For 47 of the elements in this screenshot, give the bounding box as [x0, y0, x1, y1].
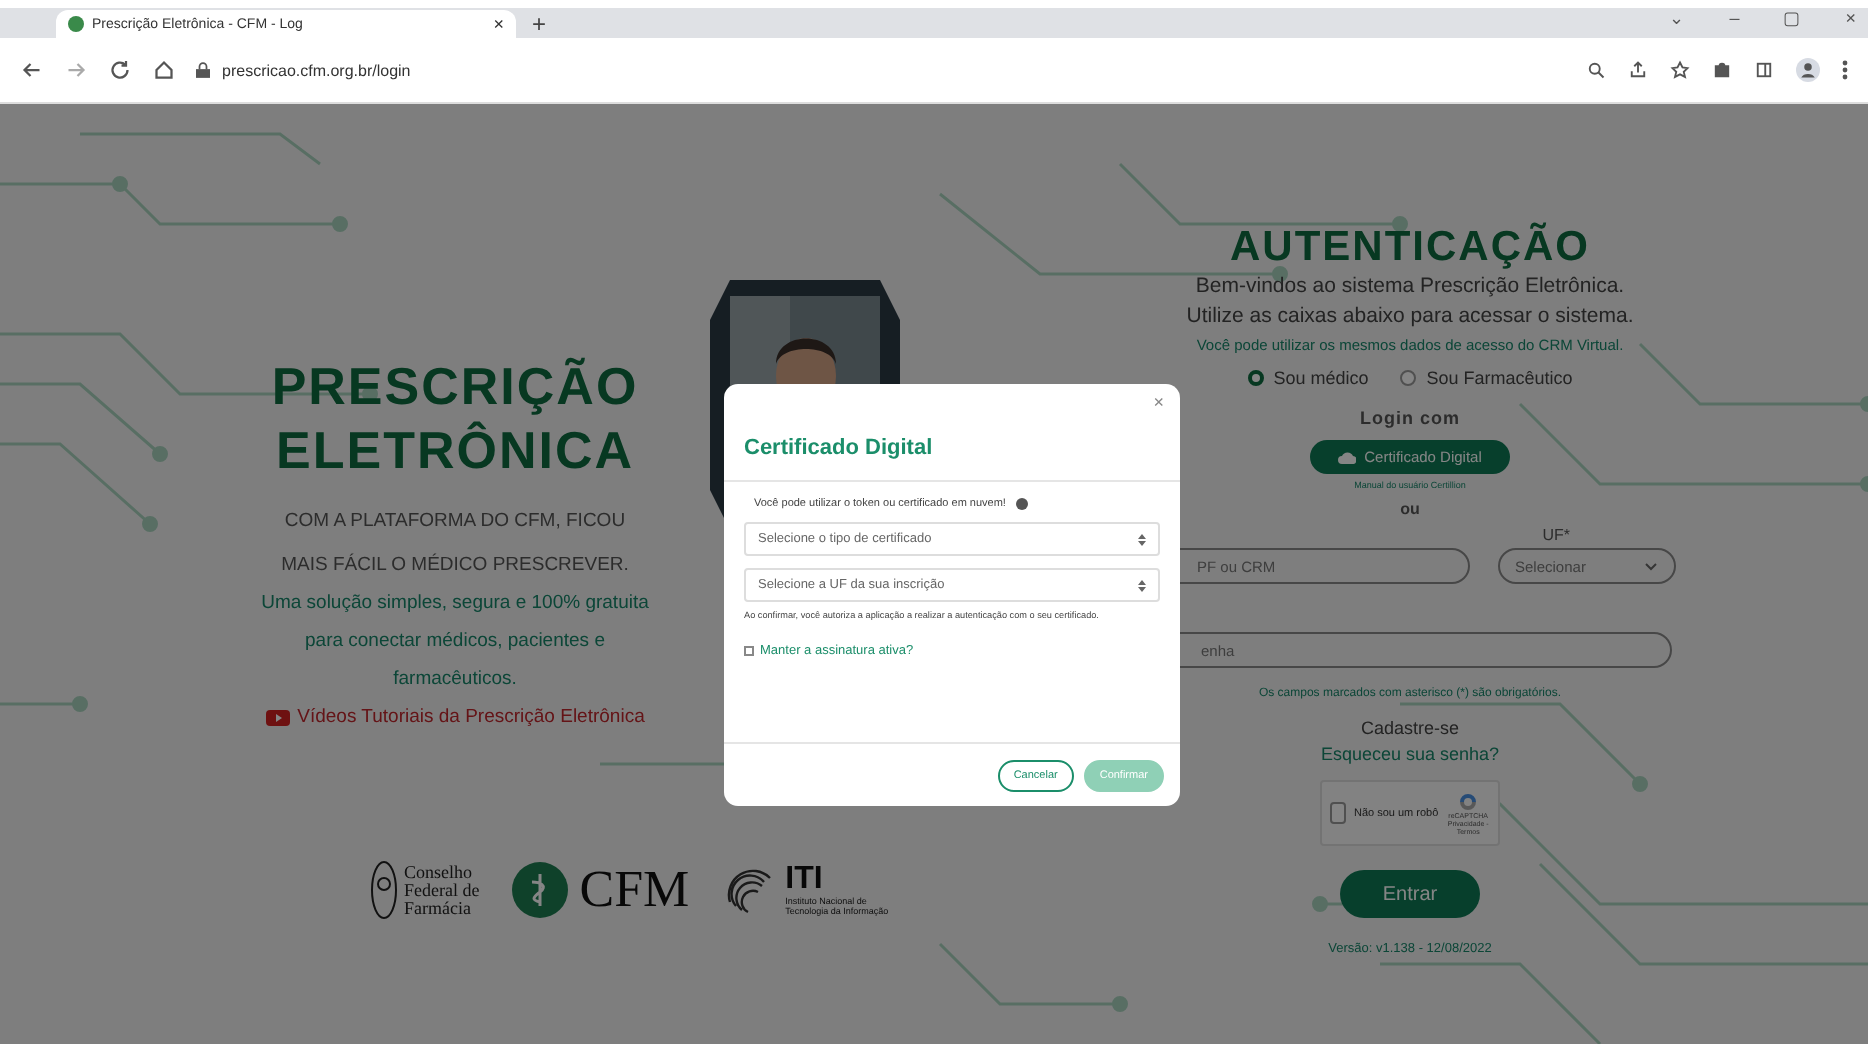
captcha-logo-icon: [1458, 791, 1479, 811]
window-control[interactable]: –: [1729, 8, 1740, 28]
window-control[interactable]: ×: [1845, 8, 1856, 28]
login-with-label: Login com: [1360, 408, 1460, 428]
role-radio[interactable]: Sou Farmacêutico: [1400, 368, 1573, 388]
lock-icon: [196, 62, 210, 78]
app-title: PRESCRIÇÃO: [271, 354, 639, 418]
auth-title: AUTENTICAÇÃO: [1230, 224, 1590, 272]
role-radio[interactable]: Sou médico: [1247, 368, 1369, 388]
keep-signature-checkbox[interactable]: [744, 646, 754, 656]
star-icon[interactable]: [1670, 60, 1690, 80]
window-control[interactable]: ⌄: [1669, 8, 1686, 28]
tagline: COM A PLATAFORMA DO CFM, FICOU: [284, 508, 626, 536]
window-control[interactable]: ▢: [1783, 8, 1802, 28]
video-tutorials-link[interactable]: Vídeos Tutoriais da Prescrição Eletrônica: [265, 698, 645, 736]
profile-icon[interactable]: [1796, 58, 1820, 82]
home-icon[interactable]: [152, 58, 176, 82]
cff-logo: Conselho Federal de Farmácia: [370, 860, 480, 920]
description: Uma solução simples, segura e 100% gratuita para conectar médicos, pacientes e farmacêuticos.: [259, 590, 651, 694]
or-label: ou: [1400, 500, 1420, 518]
updown-arrows-icon: [1138, 579, 1146, 591]
sidebar-icon[interactable]: [1754, 60, 1774, 80]
register-link[interactable]: Cadastre-se: [1360, 718, 1460, 738]
dialog-title: Certificado Digital: [744, 436, 933, 460]
address-field[interactable]: prescricao.cfm.org.br/login: [222, 61, 411, 79]
new-tab-button[interactable]: +: [532, 12, 547, 38]
captcha-checkbox[interactable]: [1330, 802, 1346, 824]
chevron-down-icon: [1643, 561, 1657, 571]
back-icon[interactable]: [20, 58, 44, 82]
uf-label: UF*: [1542, 526, 1570, 544]
cfm-logo: CFM: [511, 860, 690, 920]
tagline: MAIS FÁCIL O MÉDICO PRESCREVER.: [281, 551, 629, 580]
close-button[interactable]: ×: [1153, 392, 1164, 412]
forgot-password-link[interactable]: Esqueceu sua senha?: [1320, 744, 1500, 764]
zoom-icon[interactable]: [1586, 60, 1606, 80]
favicon-icon: [68, 16, 84, 32]
login-button[interactable]: Entrar: [1340, 870, 1480, 918]
updown-arrows-icon: [1138, 533, 1146, 545]
intro-text: Bem-vindos ao sistema Prescrição Eletrônica.: [1195, 272, 1625, 302]
intro-text: Utilize as caixas abaixo para acessar o sistema.: [1186, 302, 1634, 332]
app-title: ELETRÔNICA: [276, 418, 634, 482]
reload-icon[interactable]: [108, 58, 132, 82]
share-icon[interactable]: [1628, 60, 1648, 80]
cloud-icon: [1338, 450, 1357, 464]
video-play-icon: [265, 709, 290, 725]
menu-icon[interactable]: [1842, 60, 1848, 80]
tab-close-button[interactable]: ×: [493, 14, 504, 34]
